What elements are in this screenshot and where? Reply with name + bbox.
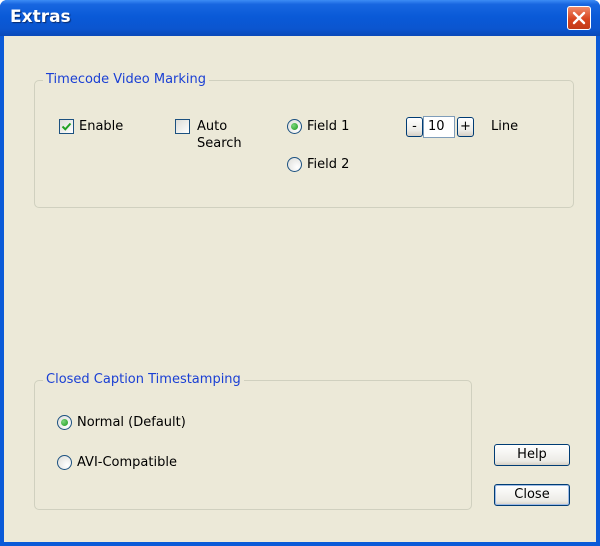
auto-search-checkbox[interactable]: [175, 119, 190, 134]
field2-radio[interactable]: [287, 157, 302, 172]
line-number-input[interactable]: 10: [423, 116, 455, 138]
dialog-client-area: Timecode Video Marking Enable Auto Searc…: [4, 36, 596, 542]
close-button[interactable]: Close: [494, 484, 570, 506]
timecode-group: Timecode Video Marking Enable Auto Searc…: [34, 72, 574, 208]
help-button[interactable]: Help: [494, 444, 570, 466]
normal-default-radio[interactable]: [57, 415, 72, 430]
window-close-button[interactable]: [567, 6, 591, 30]
auto-search-label[interactable]: Auto Search: [197, 118, 242, 152]
checkmark-icon: [61, 122, 72, 131]
avi-compatible-radio[interactable]: [57, 455, 72, 470]
radio-selected-dot: [61, 419, 68, 426]
title-bar[interactable]: Extras: [0, 0, 600, 36]
window-title: Extras: [10, 7, 71, 27]
normal-default-label[interactable]: Normal (Default): [77, 415, 186, 430]
line-increment-button[interactable]: +: [457, 117, 474, 137]
line-label: Line: [491, 119, 519, 134]
dialog-window: Extras Timecode Video Marking Enable Aut…: [0, 0, 600, 546]
enable-checkbox[interactable]: [59, 119, 74, 134]
radio-selected-dot: [291, 123, 298, 130]
field2-label[interactable]: Field 2: [307, 157, 349, 172]
closed-caption-group: Closed Caption Timestamping Normal (Defa…: [34, 372, 472, 510]
enable-label[interactable]: Enable: [79, 119, 123, 134]
timecode-group-legend: Timecode Video Marking: [43, 72, 210, 87]
line-decrement-button[interactable]: -: [406, 117, 423, 137]
field1-label[interactable]: Field 1: [307, 119, 349, 134]
close-icon: [572, 11, 586, 25]
avi-compatible-label[interactable]: AVI-Compatible: [77, 455, 177, 470]
field1-radio[interactable]: [287, 119, 302, 134]
closed-caption-group-legend: Closed Caption Timestamping: [43, 372, 244, 387]
